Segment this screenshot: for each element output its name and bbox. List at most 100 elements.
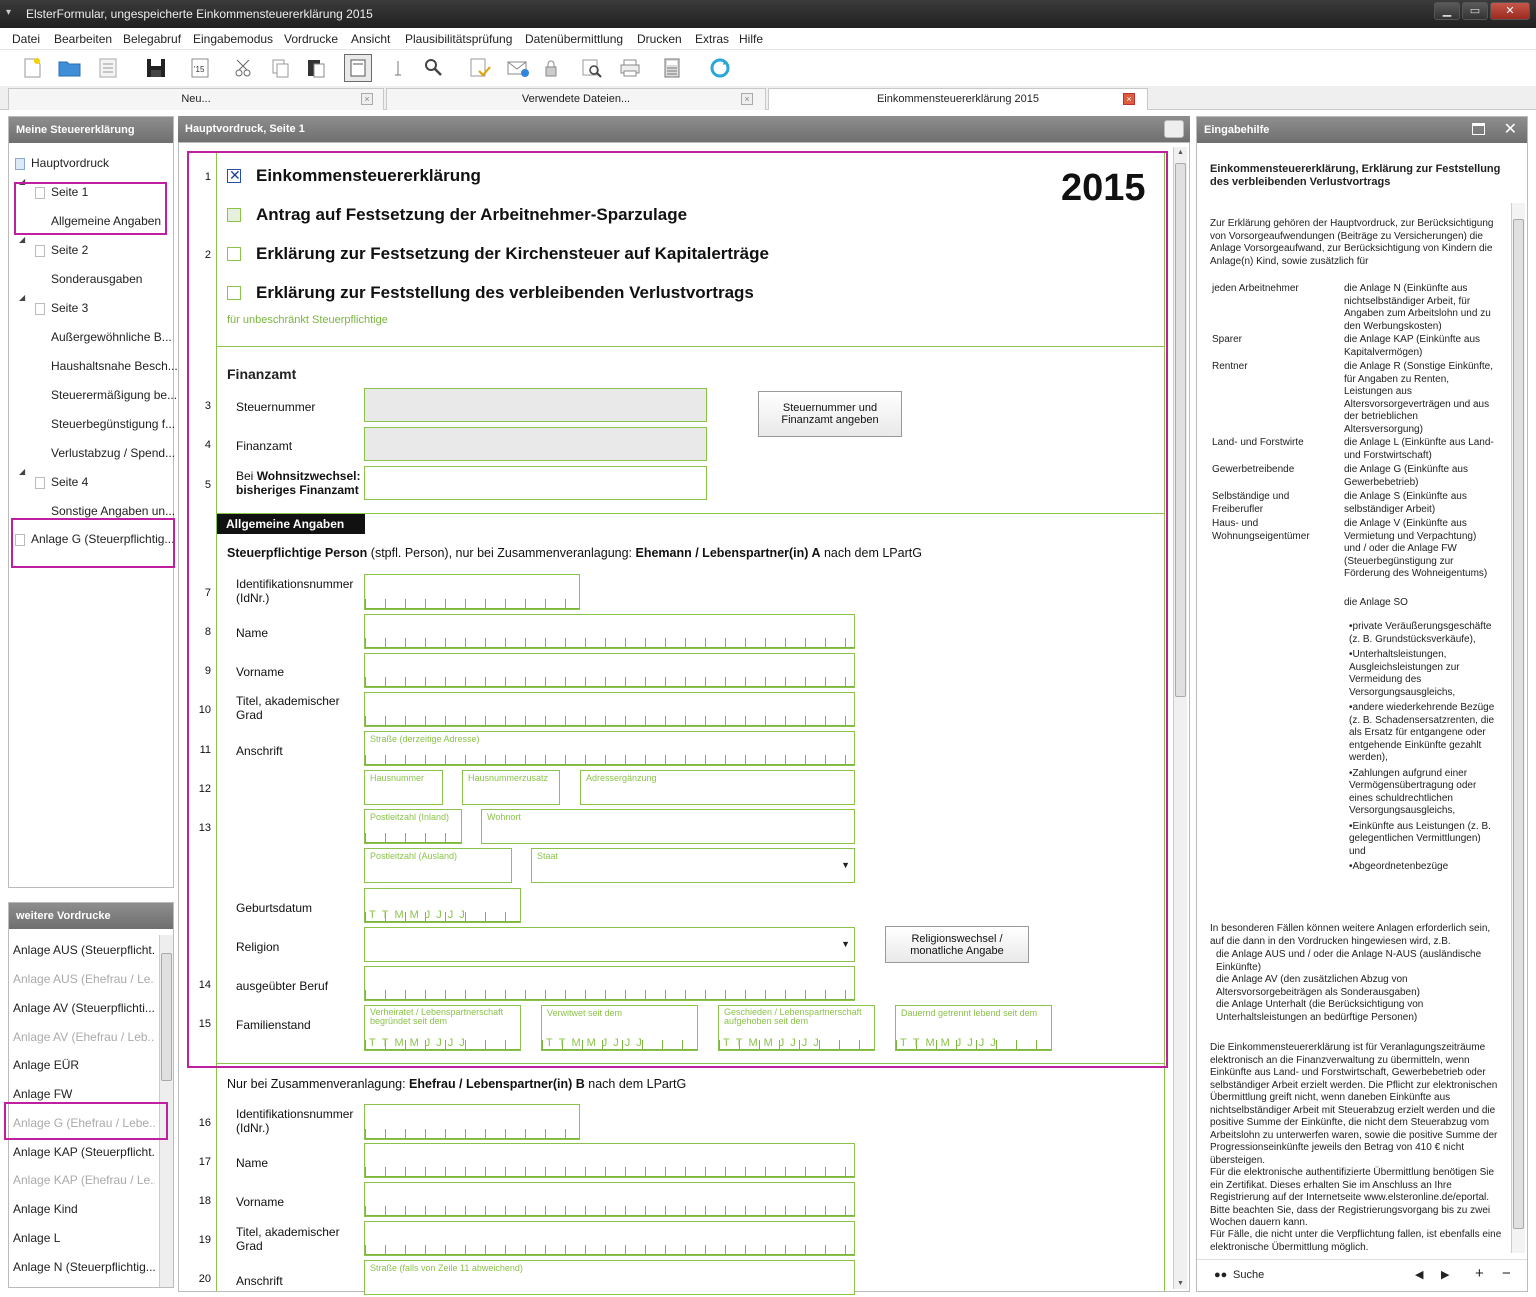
idnr-b-field[interactable] <box>364 1104 580 1140</box>
help-row-value: die Anlage R (Sonstige Einkünfte, für An… <box>1344 361 1493 435</box>
menu-plausibilitaetspruefung[interactable]: Plausibilitätsprüfung <box>405 32 512 46</box>
expand-arrow-icon[interactable]: ◢ <box>19 467 25 476</box>
anlage-so-link[interactable]: die Anlage SO <box>1344 597 1494 610</box>
tab-neu[interactable]: Neu... × <box>8 88 384 110</box>
tab-verwendete-dateien[interactable]: Verwendete Dateien... × <box>386 88 766 110</box>
document-list-icon[interactable] <box>94 54 122 82</box>
expand-arrow-icon[interactable]: ◢ <box>19 293 25 302</box>
tax-form-icon[interactable]: '15 <box>186 54 214 82</box>
cut-icon[interactable] <box>230 54 258 82</box>
close-window-button[interactable]: ✕ <box>1490 2 1530 20</box>
menu-ansicht[interactable]: Ansicht <box>351 32 390 46</box>
app-icon: ▾ <box>6 7 12 18</box>
titel-b-field[interactable] <box>364 1221 855 1256</box>
lock-icon[interactable] <box>540 54 568 82</box>
menu-datei[interactable]: Datei <box>12 32 40 46</box>
help-row-value: die Anlage L (Einkünfte aus Land- und Fo… <box>1344 437 1494 461</box>
more-form-item[interactable]: Anlage AUS (Steuerpflicht... <box>13 939 155 961</box>
more-form-item[interactable]: Anlage AUS (Ehefrau / Le... <box>13 968 155 990</box>
name-b-field[interactable] <box>364 1143 855 1178</box>
title-bar: ▾ ElsterFormular, ungespeicherte Einkomm… <box>0 0 1536 28</box>
update-icon[interactable] <box>706 54 734 82</box>
menu-bearbeiten[interactable]: Bearbeiten <box>54 32 112 46</box>
help-paragraph: Die Einkommensteuererklärung ist für Ver… <box>1210 1042 1498 1166</box>
tree-item-seite-2[interactable]: Seite 2 <box>35 238 88 262</box>
scroll-down-icon[interactable]: ▼ <box>1177 1280 1184 1287</box>
menu-vordrucke[interactable]: Vordrucke <box>284 32 338 46</box>
tree-item-verlustabzug[interactable]: Verlustabzug / Spend... <box>51 441 175 465</box>
paste-icon[interactable] <box>302 54 330 82</box>
zoom-in-icon[interactable]: + <box>1475 1265 1484 1282</box>
more-form-item[interactable]: Anlage L <box>13 1227 155 1249</box>
more-form-item[interactable]: Anlage Kind <box>13 1198 155 1220</box>
scroll-thumb[interactable] <box>1513 219 1524 1229</box>
line-number: 19 <box>198 1234 211 1246</box>
minimize-button[interactable]: ▁ <box>1434 2 1460 20</box>
close-panel-icon[interactable]: ✕ <box>1504 119 1517 139</box>
field-marker-icon[interactable] <box>384 54 412 82</box>
prev-arrow-icon[interactable]: ◀ <box>1415 1268 1423 1281</box>
menu-drucken[interactable]: Drucken <box>637 32 682 46</box>
scroll-thumb[interactable] <box>1175 163 1186 697</box>
menu-belegabruf[interactable]: Belegabruf <box>123 32 181 46</box>
tab-close-icon[interactable]: × <box>361 93 373 105</box>
help-row-key: Selbständige und Freiberufler <box>1212 491 1290 515</box>
help-row-value: die Anlage N (Einkünfte aus nichtselbstä… <box>1344 283 1491 332</box>
form-scrollbar[interactable]: ▲ ▼ <box>1173 147 1187 1289</box>
print-page-icon[interactable] <box>1164 120 1184 138</box>
tab-close-icon[interactable]: × <box>741 93 753 105</box>
more-form-item[interactable]: Anlage AV (Steuerpflichti... <box>13 997 155 1019</box>
more-form-item[interactable]: Anlage EÜR <box>13 1054 155 1076</box>
strasse-b-field[interactable]: Straße (falls von Zeile 11 abweichend) <box>364 1260 855 1295</box>
search-icon[interactable] <box>420 54 448 82</box>
restore-panel-icon[interactable] <box>1472 123 1485 135</box>
help-row-value: die Anlage V (Einkünfte aus Vermietung u… <box>1344 518 1488 579</box>
tree-item-seite-4[interactable]: Seite 4 <box>35 470 88 494</box>
tab-einkommensteuererklaerung[interactable]: Einkommensteuererklärung 2015 × <box>768 88 1148 110</box>
send-mail-icon[interactable] <box>504 54 532 82</box>
open-folder-icon[interactable] <box>56 54 84 82</box>
tree-item-aussergewoehnliche[interactable]: Außergewöhnliche B... <box>51 325 172 349</box>
check-document-icon[interactable] <box>466 54 494 82</box>
scroll-thumb[interactable] <box>161 953 172 1081</box>
special-list: die Anlage AUS und / oder die Anlage N-A… <box>1216 949 1502 1024</box>
calculator-icon[interactable] <box>658 54 686 82</box>
menu-bar: Datei Bearbeiten Belegabruf Eingabemodus… <box>0 28 1536 50</box>
tree-item-seite-3[interactable]: Seite 3 <box>35 296 88 320</box>
tree-item-sonderausgaben[interactable]: Sonderausgaben <box>51 267 142 291</box>
tree-item-steuerbeguenstigung[interactable]: Steuerbegünstigung f... <box>51 412 175 436</box>
expand-arrow-icon[interactable]: ◢ <box>19 235 25 244</box>
binoculars-icon[interactable]: ●● <box>1214 1269 1227 1281</box>
next-arrow-icon[interactable]: ▶ <box>1441 1268 1449 1281</box>
tab-close-icon[interactable]: × <box>1123 93 1135 105</box>
search-label[interactable]: Suche <box>1233 1269 1264 1281</box>
save-icon[interactable] <box>142 54 170 82</box>
more-form-item[interactable]: Anlage KAP (Ehefrau / Le... <box>13 1169 155 1191</box>
print-icon[interactable] <box>616 54 644 82</box>
menu-eingabemodus[interactable]: Eingabemodus <box>193 32 273 46</box>
help-row-key: Haus- und Wohnungseigentümer <box>1212 518 1310 542</box>
menu-hilfe[interactable]: Hilfe <box>739 32 763 46</box>
print-preview-icon[interactable] <box>578 54 606 82</box>
idnr-b-label: Identifikationsnummer (IdNr.) <box>236 1107 354 1135</box>
help-bullet: •Unterhaltsleistungen, Ausgleichsleistun… <box>1349 649 1460 698</box>
more-form-item[interactable]: Anlage N (Steuerpflichtig... <box>13 1256 155 1278</box>
help-bullet: •private Veräußerungsgeschäfte (z. B. Gr… <box>1349 621 1492 645</box>
tree-item-hauptvordruck[interactable]: Hauptvordruck <box>15 151 109 175</box>
menu-datenuebermittlung[interactable]: Datenübermittlung <box>525 32 623 46</box>
form-tree-title: Meine Steuererklärung <box>9 117 173 143</box>
scroll-up-icon[interactable]: ▲ <box>1177 149 1184 156</box>
maximize-button[interactable]: ▭ <box>1462 2 1488 20</box>
menu-extras[interactable]: Extras <box>695 32 729 46</box>
form-view-icon[interactable] <box>344 54 372 82</box>
vorname-b-field[interactable] <box>364 1182 855 1217</box>
svg-text:'15: '15 <box>194 65 205 74</box>
tree-item-steuerermaessigung[interactable]: Steuerermäßigung be... <box>51 383 177 407</box>
copy-icon[interactable] <box>266 54 294 82</box>
more-form-item[interactable]: Anlage KAP (Steuerpflicht... <box>13 1141 155 1163</box>
more-form-item[interactable]: Anlage AV (Ehefrau / Leb... <box>13 1026 155 1048</box>
help-scrollbar[interactable] <box>1511 203 1525 1253</box>
zoom-out-icon[interactable]: − <box>1502 1265 1511 1282</box>
tree-item-haushaltsnahe[interactable]: Haushaltsnahe Besch... <box>51 354 178 378</box>
new-document-icon[interactable] <box>18 54 46 82</box>
